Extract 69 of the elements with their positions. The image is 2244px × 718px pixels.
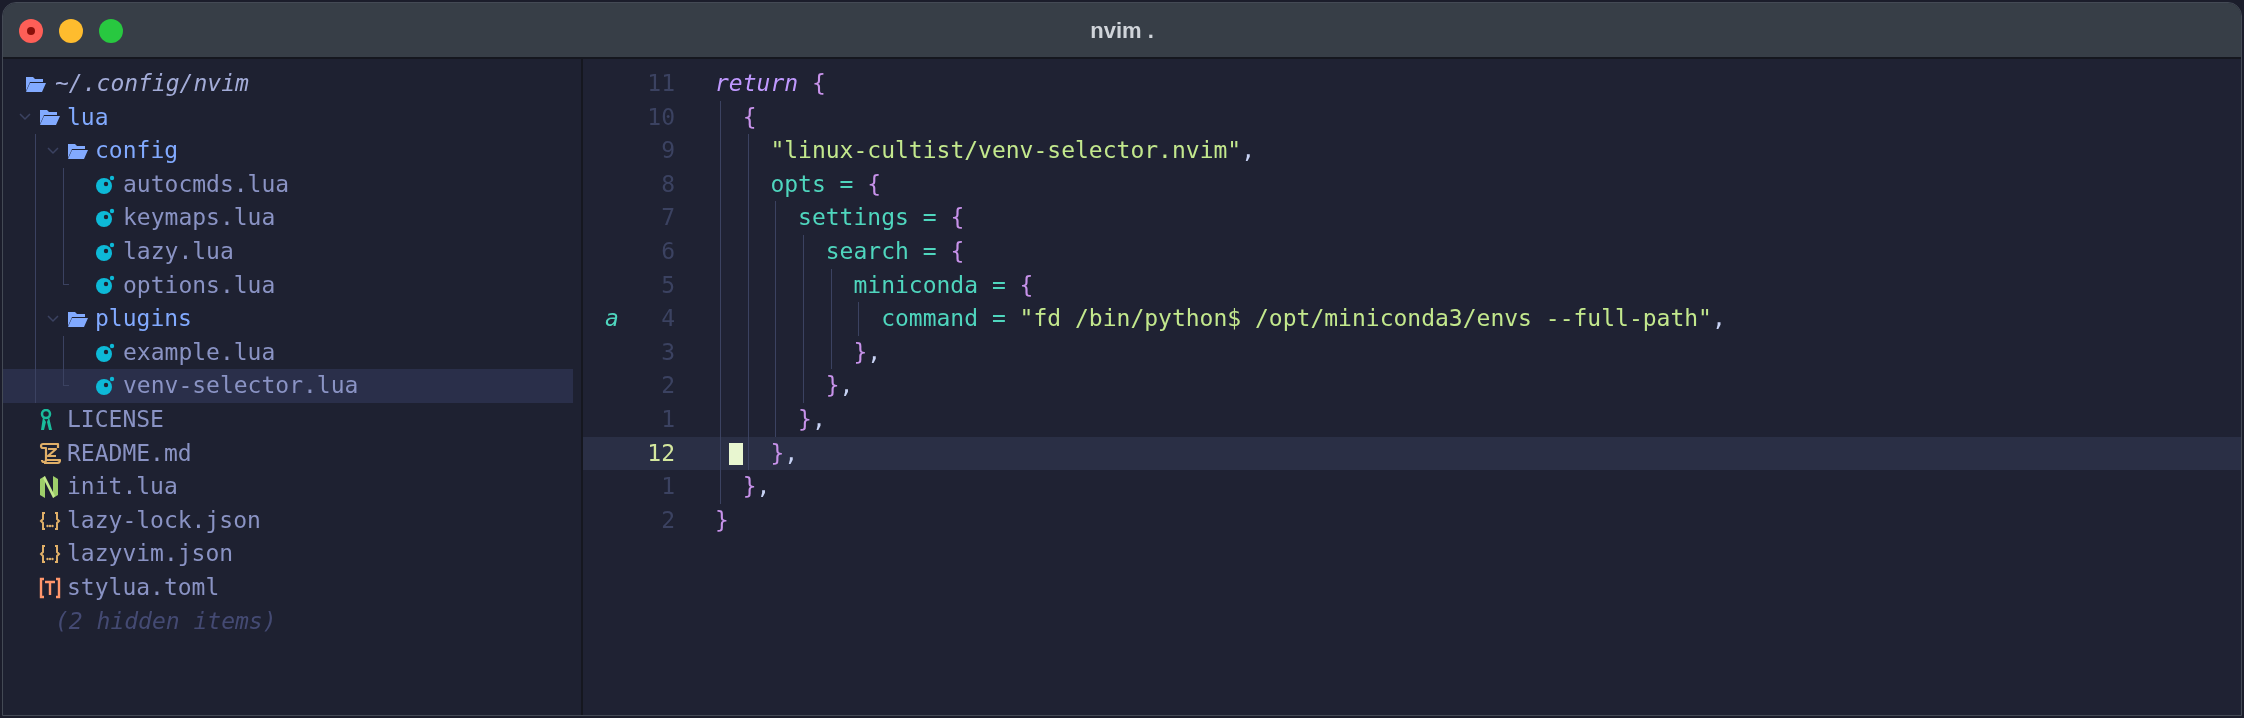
tree-row[interactable]: LICENSE bbox=[3, 402, 573, 437]
lua-file-icon bbox=[95, 342, 115, 363]
lua-file-icon bbox=[95, 174, 115, 195]
folder-icon bbox=[67, 309, 89, 328]
tree-row[interactable]: stylua.toml bbox=[3, 570, 573, 605]
lua-file-icon bbox=[95, 376, 115, 397]
tree-row[interactable]: options.lua bbox=[3, 268, 573, 303]
folder-icon bbox=[39, 108, 61, 127]
tree-row[interactable]: lazy-lock.json bbox=[3, 503, 573, 538]
code-text: }, bbox=[742, 472, 771, 502]
lua-file-icon bbox=[95, 275, 115, 296]
tree-row[interactable]: autocmds.lua bbox=[3, 167, 573, 202]
file-name: lazy-lock.json bbox=[67, 505, 261, 535]
code-text: return { bbox=[715, 69, 826, 98]
neovim-logo-icon bbox=[39, 474, 59, 499]
tree-row[interactable]: example.lua bbox=[3, 335, 573, 370]
tree-row[interactable]: config bbox=[3, 134, 573, 168]
code-text: }, bbox=[853, 337, 882, 367]
toml-file-icon bbox=[39, 576, 61, 599]
tree-row[interactable]: lazy.lua bbox=[3, 234, 573, 269]
file-name: stylua.toml bbox=[67, 572, 220, 602]
file-name: lazyvim.json bbox=[67, 539, 234, 569]
file-name: lazy.lua bbox=[123, 236, 234, 266]
file-name: init.lua bbox=[67, 472, 178, 502]
file-name: venv-selector.lua bbox=[123, 371, 359, 401]
zoom-button[interactable] bbox=[99, 19, 123, 43]
tree-row[interactable]: init.lua bbox=[3, 470, 573, 504]
code-text: }, bbox=[798, 404, 826, 434]
code-text: } bbox=[715, 505, 729, 535]
code-text: command = "fd /bin/python$ /opt/miniconda3/envs --full-path", bbox=[881, 304, 1726, 334]
folder-name: config bbox=[95, 136, 179, 166]
code-text: search = { bbox=[825, 236, 965, 266]
code-text: }, bbox=[770, 438, 799, 468]
text-cursor bbox=[728, 442, 743, 465]
tree-row[interactable]: plugins bbox=[3, 302, 573, 336]
braces-icon bbox=[39, 544, 61, 565]
file-name: README.md bbox=[67, 438, 192, 468]
tree-row[interactable]: keymaps.lua bbox=[3, 201, 573, 235]
code-text: settings = { bbox=[798, 203, 965, 233]
tree-row[interactable]: lua bbox=[3, 100, 573, 135]
folder-name: lua bbox=[67, 102, 109, 132]
file-name: keymaps.lua bbox=[123, 203, 276, 233]
folder-icon bbox=[25, 74, 47, 93]
line-number: 12 bbox=[647, 439, 675, 466]
code-text: { bbox=[742, 102, 757, 132]
scroll-icon bbox=[39, 442, 61, 465]
code-text: "linux-cultist/venv-selector.nvim", bbox=[770, 136, 1256, 166]
file-name: autocmds.lua bbox=[123, 169, 290, 199]
lua-file-icon bbox=[95, 208, 115, 229]
tree-row[interactable]: README.md bbox=[3, 436, 573, 471]
lua-file-icon bbox=[95, 241, 115, 262]
braces-icon bbox=[39, 510, 61, 531]
tree-row[interactable]: venv-selector.lua bbox=[3, 369, 573, 403]
minimize-button[interactable] bbox=[59, 19, 83, 43]
file-name: options.lua bbox=[123, 270, 276, 300]
code-text: miniconda = { bbox=[853, 270, 1034, 300]
code-text: opts = { bbox=[770, 169, 882, 199]
close-button[interactable] bbox=[19, 19, 43, 43]
key-icon bbox=[39, 408, 55, 431]
root-path: ~/.config/nvim bbox=[55, 69, 249, 98]
folder-name: plugins bbox=[95, 304, 192, 334]
folder-icon bbox=[67, 142, 89, 160]
window-title: nvim . bbox=[1090, 16, 1154, 45]
tree-row[interactable]: lazyvim.json bbox=[3, 537, 573, 571]
file-name: LICENSE bbox=[67, 404, 164, 434]
file-name: example.lua bbox=[123, 337, 276, 367]
code-text: }, bbox=[825, 371, 854, 401]
hidden-items-note: (2 hidden items) bbox=[55, 607, 277, 634]
git-sign: a bbox=[605, 305, 619, 332]
